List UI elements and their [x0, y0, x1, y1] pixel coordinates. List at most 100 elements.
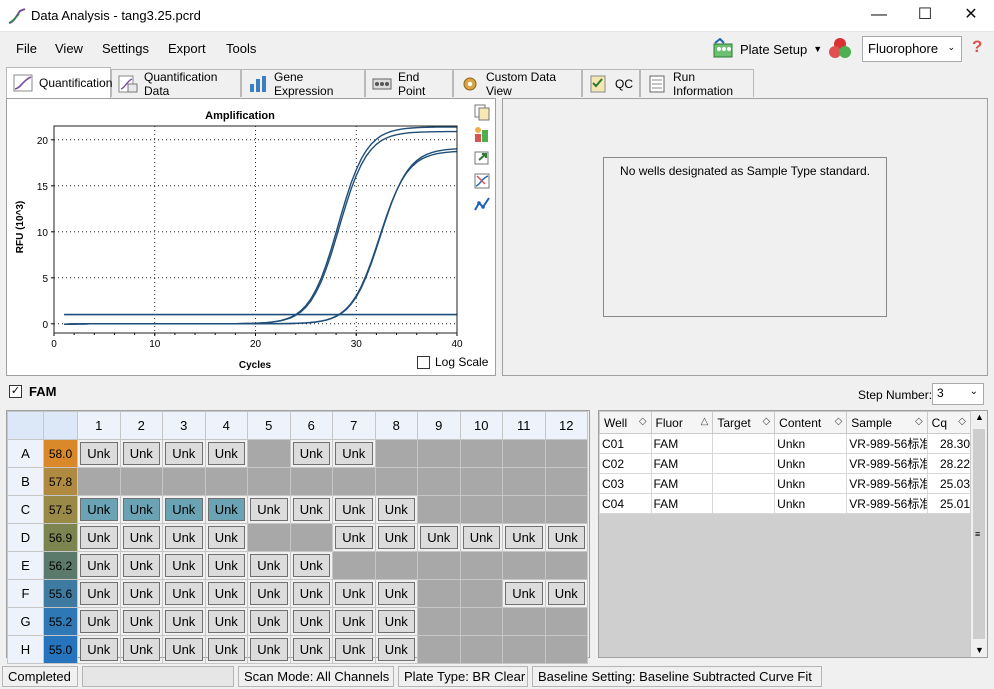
column-header-cq[interactable]: Cq ◇ [926, 411, 972, 434]
plate-well[interactable]: Unk [119, 523, 163, 552]
plate-well[interactable]: Unk [119, 579, 163, 608]
plate-well[interactable]: Unk [374, 635, 418, 664]
zoom-chart-icon[interactable] [473, 172, 491, 190]
copy-icon[interactable] [473, 103, 491, 121]
plate-well[interactable] [502, 551, 546, 580]
plate-well[interactable]: Unk [162, 551, 206, 580]
plate-column-header[interactable]: 8 [374, 411, 418, 440]
plate-well[interactable]: Unk [247, 635, 291, 664]
plate-well[interactable] [289, 523, 333, 552]
column-header-target[interactable]: Target ◇ [712, 411, 776, 434]
plate-well[interactable] [374, 439, 418, 468]
menu-tools[interactable]: Tools [226, 41, 256, 56]
plate-well[interactable] [459, 579, 503, 608]
fluorophore-select[interactable]: Fluorophore ⌄ [862, 36, 962, 62]
plate-well[interactable]: Unk [119, 635, 163, 664]
plate-setup-button[interactable]: Plate Setup ▼ [712, 36, 822, 62]
plate-well[interactable]: Unk [332, 579, 376, 608]
plate-well[interactable]: Unk [289, 495, 333, 524]
sort-icon[interactable]: △ [701, 416, 709, 427]
plate-well[interactable] [417, 551, 461, 580]
plate-column-header[interactable]: 6 [289, 411, 333, 440]
plate-well[interactable] [502, 607, 546, 636]
plate-well[interactable]: Unk [502, 579, 546, 608]
plate-well[interactable]: Unk [162, 635, 206, 664]
plate-well[interactable]: Unk [332, 523, 376, 552]
plate-well[interactable] [162, 467, 206, 496]
plate-well[interactable]: Unk [162, 579, 206, 608]
plate-well[interactable]: Unk [77, 495, 121, 524]
plate-row-header[interactable]: G [7, 607, 44, 636]
help-icon[interactable]: ? [972, 37, 982, 57]
plate-column-header[interactable]: 2 [119, 411, 163, 440]
menu-view[interactable]: View [55, 41, 83, 56]
plate-well[interactable]: Unk [162, 607, 206, 636]
sort-icon[interactable]: ◇ [958, 416, 966, 427]
plate-column-header[interactable]: 10 [459, 411, 503, 440]
plate-well[interactable] [417, 607, 461, 636]
tab-quantification[interactable]: Quantification [6, 67, 112, 98]
sort-icon[interactable]: ◇ [915, 416, 923, 427]
plate-row-header[interactable]: D [7, 523, 44, 552]
plate-well[interactable] [544, 635, 588, 664]
plate-well[interactable]: Unk [332, 495, 376, 524]
plate-well[interactable]: Unk [119, 551, 163, 580]
sort-icon[interactable]: ◇ [835, 416, 843, 427]
plate-well[interactable] [502, 635, 546, 664]
plate-well[interactable]: Unk [544, 579, 588, 608]
plate-well[interactable]: Unk [204, 579, 248, 608]
well-group-button[interactable] [826, 36, 854, 62]
plate-well[interactable]: Unk [247, 551, 291, 580]
scroll-down-icon[interactable]: ▼ [975, 645, 984, 655]
minimize-button[interactable]: — [856, 0, 902, 32]
plate-column-header[interactable]: 7 [332, 411, 376, 440]
plate-column-header[interactable]: 3 [162, 411, 206, 440]
curve-settings-icon[interactable] [473, 195, 491, 213]
table-row[interactable]: C04 FAM Unkn VR-989-56标准 25.01 [599, 493, 972, 514]
plate-well[interactable] [247, 523, 291, 552]
amplification-chart[interactable]: Amplification Cycles RFU (10^3) 0 10 20 30 4… [7, 99, 495, 375]
plate-well[interactable]: Unk [374, 523, 418, 552]
plate-well[interactable]: Unk [289, 551, 333, 580]
export-chart-icon[interactable] [473, 149, 491, 167]
plate-well[interactable]: Unk [247, 607, 291, 636]
tab-run-information[interactable]: Run Information [640, 69, 754, 98]
plate-well[interactable] [544, 439, 588, 468]
plate-well[interactable]: Unk [374, 607, 418, 636]
plate-well[interactable] [204, 467, 248, 496]
plate-well[interactable] [502, 495, 546, 524]
plate-well[interactable]: Unk [289, 579, 333, 608]
plate-well[interactable] [247, 467, 291, 496]
tab-quantification-data[interactable]: Quantification Data [111, 69, 241, 98]
tab-custom-data-view[interactable]: Custom Data View [453, 69, 582, 98]
plate-row-header[interactable]: H [7, 635, 44, 664]
plate-well[interactable] [77, 467, 121, 496]
plate-well[interactable] [374, 551, 418, 580]
plate-well[interactable]: Unk [374, 579, 418, 608]
sort-icon[interactable]: ◇ [639, 416, 647, 427]
plate-well[interactable]: Unk [77, 439, 121, 468]
plate-well[interactable]: Unk [77, 579, 121, 608]
plate-well[interactable]: Unk [119, 495, 163, 524]
column-header-fluor[interactable]: Fluor △ [650, 411, 714, 434]
plate-well[interactable]: Unk [247, 579, 291, 608]
plate-well[interactable]: Unk [204, 551, 248, 580]
maximize-button[interactable]: ☐ [902, 0, 948, 32]
plate-well[interactable]: Unk [374, 495, 418, 524]
plate-well[interactable] [417, 635, 461, 664]
plate-column-header[interactable]: 9 [417, 411, 461, 440]
plate-row-header[interactable]: A [7, 439, 44, 468]
plate-well[interactable] [374, 467, 418, 496]
plate-well[interactable]: Unk [459, 523, 503, 552]
plate-row-header[interactable]: C [7, 495, 44, 524]
plate-well[interactable] [119, 467, 163, 496]
plate-well[interactable]: Unk [417, 523, 461, 552]
fam-checkbox[interactable]: ✓ [9, 385, 22, 398]
plate-well[interactable] [459, 635, 503, 664]
plate-column-header[interactable]: 5 [247, 411, 291, 440]
plate-well[interactable]: Unk [77, 551, 121, 580]
plate-well[interactable]: Unk [119, 607, 163, 636]
plate-well[interactable] [417, 495, 461, 524]
column-header-well[interactable]: Well ◇ [599, 411, 652, 434]
plate-well[interactable]: Unk [204, 495, 248, 524]
